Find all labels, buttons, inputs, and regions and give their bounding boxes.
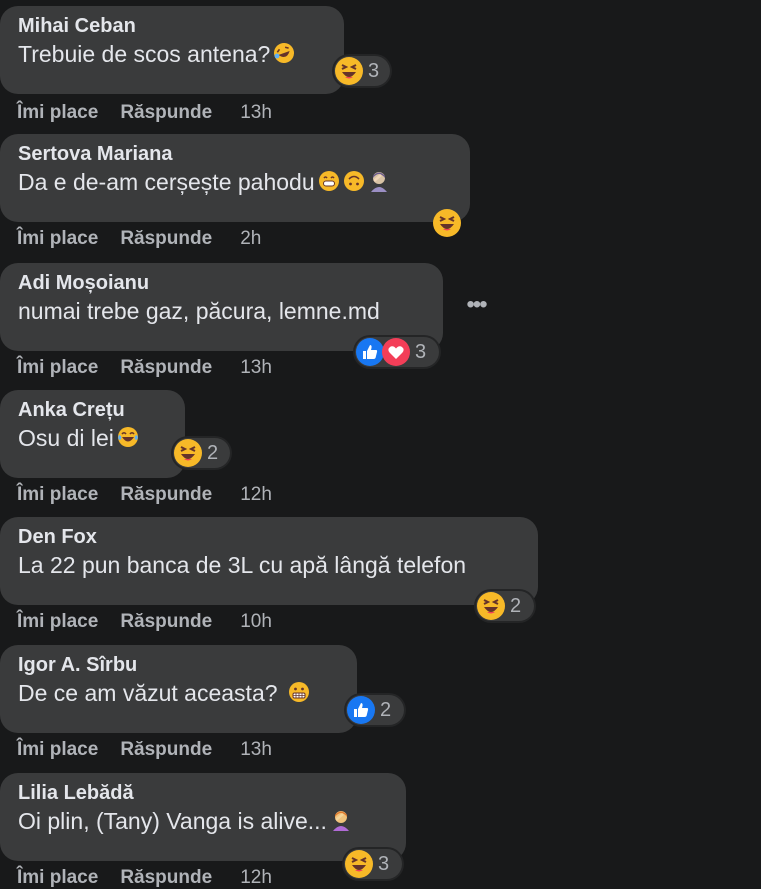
- reaction-summary[interactable]: 3: [355, 337, 439, 367]
- comment-author[interactable]: Sertova Mariana: [18, 142, 452, 166]
- comment-text: Oi plin, (Tany) Vanga is alive...: [18, 805, 388, 839]
- reply-link[interactable]: Răspunde: [120, 228, 212, 250]
- comment-bubble[interactable]: Sertova Mariana Da e de-am cerșește paho…: [0, 134, 470, 222]
- reaction-count: 3: [368, 59, 380, 82]
- like-link[interactable]: Îmi place: [17, 484, 98, 506]
- reaction-summary[interactable]: 3: [344, 849, 402, 879]
- comment-bubble[interactable]: Lilia Lebădă Oi plin, (Tany) Vanga is al…: [0, 773, 406, 861]
- reaction-count: 2: [380, 698, 392, 721]
- rofl-emoji-icon: [273, 40, 295, 72]
- haha-reaction-icon: [432, 208, 462, 238]
- haha-reaction-icon: [334, 56, 364, 86]
- reaction-summary[interactable]: 2: [346, 695, 404, 725]
- reply-link[interactable]: Răspunde: [120, 739, 212, 761]
- comment-actions: Îmi place Răspunde 13h: [17, 102, 272, 124]
- comment-timestamp[interactable]: 13h: [240, 102, 272, 124]
- comment-author[interactable]: Den Fox: [18, 525, 520, 549]
- comment-timestamp[interactable]: 12h: [240, 484, 272, 506]
- comment-text: numai trebe gaz, păcura, lemne.md: [18, 298, 380, 324]
- comment-bubble[interactable]: Den Fox La 22 pun banca de 3L cu apă lân…: [0, 517, 538, 605]
- haha-reaction-icon: [173, 438, 203, 468]
- comment-text: La 22 pun banca de 3L cu apă lângă telef…: [18, 552, 467, 578]
- like-link[interactable]: Îmi place: [17, 357, 98, 379]
- comment-author[interactable]: Igor A. Sîrbu: [18, 653, 339, 677]
- comment-text: Osu di lei: [18, 422, 167, 456]
- like-link[interactable]: Îmi place: [17, 739, 98, 761]
- comment-timestamp[interactable]: 2h: [240, 228, 261, 250]
- comment-actions: Îmi place Răspunde 13h: [17, 357, 272, 379]
- comment-actions: Îmi place Răspunde 2h: [17, 228, 261, 250]
- like-link[interactable]: Îmi place: [17, 228, 98, 250]
- like-link[interactable]: Îmi place: [17, 611, 98, 633]
- comment-bubble[interactable]: Igor A. Sîrbu De ce am văzut aceasta?: [0, 645, 357, 733]
- reply-link[interactable]: Răspunde: [120, 357, 212, 379]
- reaction-summary[interactable]: 2: [476, 591, 534, 621]
- comment-actions: Îmi place Răspunde 13h: [17, 739, 272, 761]
- reaction-count: 3: [415, 340, 427, 363]
- reply-link[interactable]: Răspunde: [120, 611, 212, 633]
- comment-bubble[interactable]: Anka Crețu Osu di lei: [0, 390, 185, 478]
- comment-timestamp[interactable]: 13h: [240, 357, 272, 379]
- comment-author[interactable]: Mihai Ceban: [18, 14, 326, 38]
- facepalm-emoji-icon: [368, 168, 390, 200]
- comment-author[interactable]: Adi Moșoianu: [18, 271, 425, 295]
- comment-text: De ce am văzut aceasta?: [18, 677, 339, 711]
- love-reaction-icon: [381, 337, 411, 367]
- haha-reaction-icon: [476, 591, 506, 621]
- reaction-summary[interactable]: [432, 208, 464, 238]
- reply-link[interactable]: Răspunde: [120, 102, 212, 124]
- reply-link[interactable]: Răspunde: [120, 484, 212, 506]
- comment-timestamp[interactable]: 10h: [240, 611, 272, 633]
- comment-actions: Îmi place Răspunde 12h: [17, 484, 272, 506]
- comment-bubble[interactable]: Mihai Ceban Trebuie de scos antena?: [0, 6, 344, 94]
- reaction-count: 3: [378, 852, 390, 875]
- reaction-summary[interactable]: 3: [334, 56, 390, 86]
- tears-of-joy-emoji-icon: [117, 424, 139, 456]
- more-options-icon[interactable]: •••: [463, 293, 489, 317]
- comment-text: Da e de-am cerșește pahodu: [18, 166, 452, 200]
- upside-down-emoji-icon: [343, 168, 365, 200]
- comment-text: Trebuie de scos antena?: [18, 38, 326, 72]
- reaction-summary[interactable]: 2: [173, 438, 230, 468]
- reaction-count: 2: [207, 441, 219, 464]
- haha-reaction-icon: [344, 849, 374, 879]
- comment-actions: Îmi place Răspunde 10h: [17, 611, 272, 633]
- grin-emoji-icon: [318, 168, 340, 200]
- comment-author[interactable]: Lilia Lebădă: [18, 781, 388, 805]
- comment-author[interactable]: Anka Crețu: [18, 398, 167, 422]
- facepalm-emoji-icon: [330, 807, 352, 839]
- comment-timestamp[interactable]: 13h: [240, 739, 272, 761]
- like-reaction-icon: [346, 695, 376, 725]
- like-link[interactable]: Îmi place: [17, 102, 98, 124]
- reaction-count: 2: [510, 594, 522, 617]
- grimace-emoji-icon: [288, 679, 310, 711]
